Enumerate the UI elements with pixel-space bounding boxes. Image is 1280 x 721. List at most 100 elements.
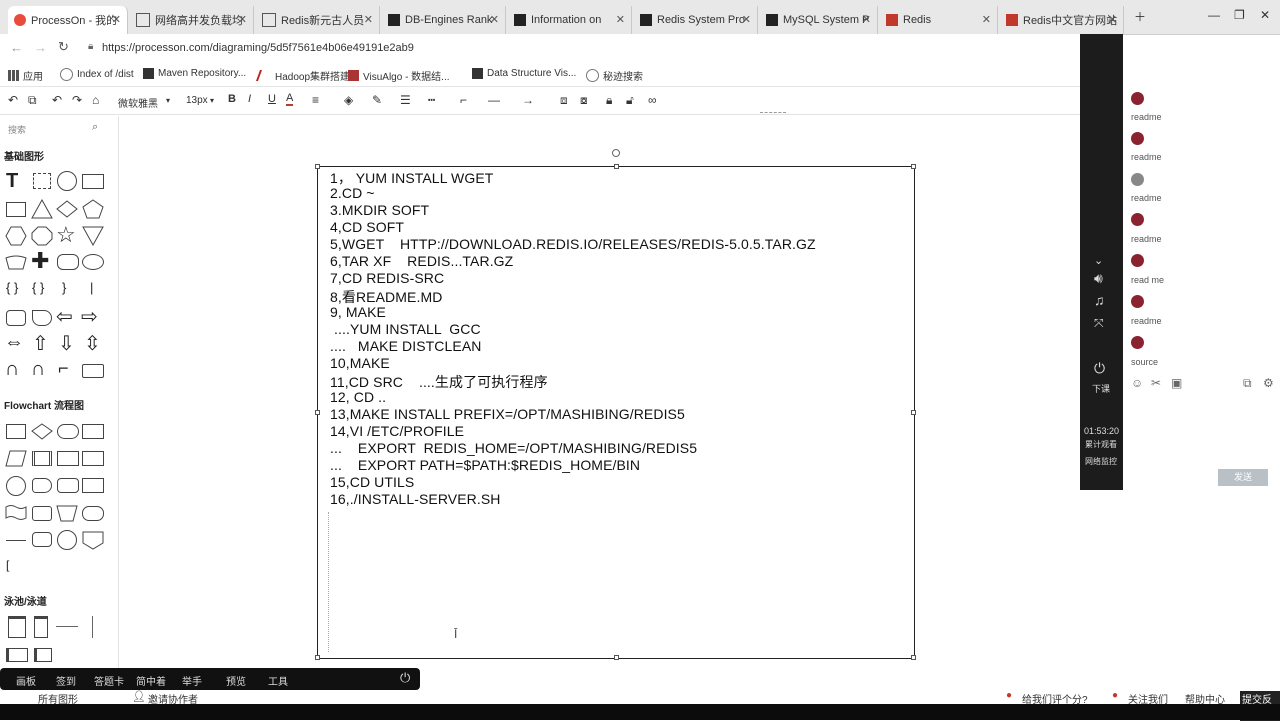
text-shape[interactable]: 1， YUM INSTALL WGET 2.CD ~ 3.MKDIR SOFT … — [315, 149, 916, 660]
underline-button[interactable]: U — [268, 93, 276, 105]
tab-redis-cn[interactable]: Redis新元古人员 ✕ — [256, 6, 380, 34]
font-family-select[interactable]: 微软雅黑 — [118, 95, 158, 110]
resize-handle[interactable] — [315, 164, 320, 169]
decision-shape-icon[interactable] — [31, 423, 53, 440]
predefined-process-shape-icon[interactable] — [32, 451, 52, 466]
bookmark-maven[interactable]: Maven Repository... — [143, 68, 246, 79]
power-icon[interactable]: ⏻ — [400, 670, 410, 686]
reload-icon[interactable]: ↻ — [58, 39, 69, 55]
tab-redis-system[interactable]: Redis System Pro ✕ — [634, 6, 758, 34]
tab-network[interactable]: 网络高并发负载均 ✕ — [130, 6, 254, 34]
resize-handle[interactable] — [614, 164, 619, 169]
tab-processon[interactable]: ProcessOn - 我的 ✕ — [8, 6, 128, 34]
section-flowchart[interactable]: Flowchart 流程图 — [4, 397, 84, 412]
new-tab-button[interactable]: ＋ — [1134, 8, 1146, 25]
line-width-icon[interactable]: ☰ — [400, 93, 411, 107]
bracket-shape-icon[interactable]: { } — [6, 280, 18, 295]
bookmark-apps[interactable]: 应用 — [8, 68, 43, 83]
up-arrow-shape-icon[interactable]: ⇧ — [32, 331, 49, 356]
vertical-lane-shape-icon[interactable] — [34, 616, 48, 638]
back-order-icon[interactable]: ⧇ — [580, 93, 588, 108]
multi-document-shape-icon[interactable] — [82, 451, 104, 466]
resize-handle[interactable] — [911, 655, 916, 660]
corner-shape-icon[interactable]: ⌐ — [58, 358, 69, 379]
dock-answer-card[interactable]: 答题卡 — [94, 673, 124, 688]
right-arrow-shape-icon[interactable]: ⇨ — [81, 304, 98, 329]
undo-icon[interactable]: ↶ — [52, 93, 62, 107]
dock-quiz[interactable]: 简中着 — [136, 673, 166, 688]
image-shape-icon[interactable] — [33, 173, 51, 189]
star-shape-icon[interactable]: ☆ — [56, 222, 76, 248]
annotation-shape-icon[interactable]: [ — [6, 558, 9, 572]
resize-handle[interactable] — [911, 410, 916, 415]
diamond-shape-icon[interactable] — [56, 200, 78, 218]
up-down-arrow-shape-icon[interactable]: ⇳ — [84, 331, 101, 356]
shape-search-input[interactable]: 搜索 — [8, 123, 26, 136]
leave-class-button[interactable]: 下课 — [1092, 382, 1110, 395]
unlock-shape-icon[interactable]: 🔓︎ — [626, 93, 634, 108]
power-icon[interactable]: ⏻ — [1094, 360, 1105, 377]
section-basic-shapes[interactable]: 基础图形 — [4, 148, 44, 163]
rounded-rect-shape-icon[interactable] — [57, 254, 79, 270]
forward-icon[interactable]: → — [34, 40, 47, 55]
font-size-select[interactable]: 13px — [186, 95, 208, 106]
horizontal-separator-shape-icon[interactable] — [56, 626, 78, 627]
italic-button[interactable]: I — [248, 93, 251, 105]
fullscreen-icon[interactable]: ⤧ — [1094, 316, 1104, 331]
line-bracket-shape-icon[interactable]: | — [90, 280, 93, 295]
line-style-icon[interactable]: ┅ — [428, 93, 435, 107]
rectangle-shape-icon[interactable] — [6, 202, 26, 217]
section-swimlane[interactable]: 泳池/泳道 — [4, 593, 47, 608]
close-tab-icon[interactable]: ✕ — [742, 13, 751, 26]
off-page-connector-shape-icon[interactable] — [82, 531, 104, 550]
search-icon[interactable]: ⌕ — [92, 121, 98, 134]
close-tab-icon[interactable]: ✕ — [862, 13, 871, 26]
rotate-handle-icon[interactable] — [612, 149, 620, 157]
close-tab-icon[interactable]: ✕ — [238, 13, 247, 26]
tab-db-engines[interactable]: DB-Engines Rank ✕ — [382, 6, 506, 34]
scissors-icon[interactable]: ✂ — [1151, 376, 1161, 390]
resize-handle[interactable] — [315, 655, 320, 660]
emoji-icon[interactable]: ☺ — [1131, 376, 1143, 390]
dock-whiteboard[interactable]: 画板 — [16, 673, 36, 688]
pentagon-shape-icon[interactable] — [82, 199, 104, 219]
start-shape-icon[interactable] — [57, 530, 77, 550]
vertical-pool-shape-icon[interactable] — [8, 616, 26, 638]
off-page-shape-icon[interactable] — [32, 532, 52, 547]
close-tab-icon[interactable]: ✕ — [616, 13, 625, 26]
close-window-button[interactable]: ✕ — [1260, 8, 1270, 22]
inverted-triangle-shape-icon[interactable] — [82, 226, 104, 246]
bookmark-hadoop[interactable]: Hadoop集群搭建 — [255, 68, 350, 83]
internal-storage-shape-icon[interactable] — [57, 451, 79, 466]
fill-color-icon[interactable]: ◈ — [344, 93, 353, 107]
lock-shape-icon[interactable]: 🔒︎ — [606, 93, 612, 108]
bookmark-miji[interactable]: 秘迹搜索 — [586, 68, 643, 83]
line-color-icon[interactable]: ✎ — [372, 93, 382, 107]
volume-icon[interactable]: 🔊︎ — [1094, 270, 1103, 287]
ellipse-shape-icon[interactable] — [82, 254, 104, 270]
line-shape-icon[interactable] — [6, 540, 26, 541]
arc-shape-icon[interactable]: ∩ — [31, 358, 45, 381]
format-painter-icon[interactable]: ⧉ — [28, 93, 37, 108]
down-arrow-shape-icon[interactable]: ⇩ — [58, 331, 75, 356]
dock-tools[interactable]: 工具 — [268, 673, 288, 688]
left-arrow-shape-icon[interactable]: ⇦ — [56, 304, 73, 329]
close-tab-icon[interactable]: ✕ — [112, 13, 121, 26]
bookmark-visualgo[interactable]: VisuAlgo - 数据结... — [348, 68, 450, 83]
send-button[interactable]: 发送 — [1218, 469, 1268, 486]
right-brace-shape-icon[interactable]: } — [62, 280, 66, 295]
vertical-separator-shape-icon[interactable] — [92, 616, 93, 638]
double-arrow-shape-icon[interactable]: ⇔ — [4, 331, 24, 354]
arrow-end-icon[interactable]: → — [522, 93, 534, 107]
font-color-button[interactable]: A — [286, 93, 294, 106]
line-type-icon[interactable]: — — [488, 93, 500, 107]
close-tab-icon[interactable]: ✕ — [1108, 13, 1117, 26]
connector-shape-icon[interactable] — [6, 476, 26, 496]
brush-icon[interactable]: ⌂ — [92, 93, 99, 107]
close-tab-icon[interactable]: ✕ — [364, 13, 373, 26]
connector-style-icon[interactable]: ⌐ — [460, 93, 467, 107]
back-icon[interactable]: ← — [10, 40, 23, 55]
hexagon-shape-icon[interactable] — [5, 226, 27, 246]
text-shape-icon[interactable]: T — [6, 170, 18, 193]
bold-button[interactable]: B — [228, 93, 236, 105]
